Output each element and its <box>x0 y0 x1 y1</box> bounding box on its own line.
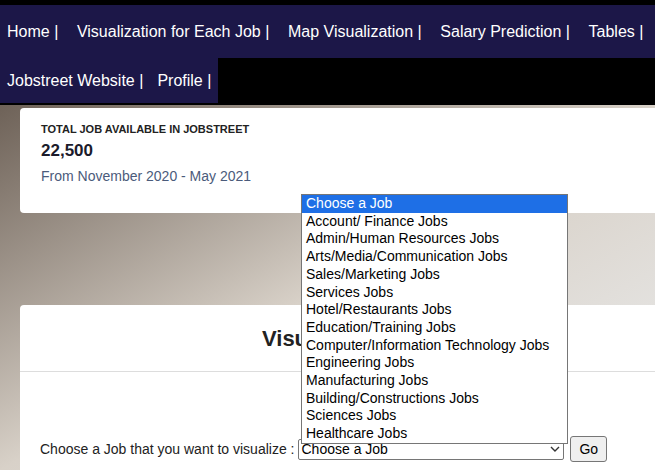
option-label: Education/Training Jobs <box>306 319 456 335</box>
option-label: Hotel/Restaurants Jobs <box>306 301 452 317</box>
dropdown-option[interactable]: Healthcare Jobs <box>302 425 567 443</box>
option-label: Engineering Jobs <box>306 354 414 370</box>
option-label: Building/Constructions Jobs <box>306 390 479 406</box>
dropdown-option[interactable]: Account/ Finance Jobs <box>302 213 567 231</box>
nav-row: Home |Visualization for Each Job |Map Vi… <box>0 5 655 58</box>
nav-link[interactable]: Visualization for Each Job | <box>70 5 281 58</box>
dropdown-option[interactable]: Building/Constructions Jobs <box>302 390 567 408</box>
option-label: Sciences Jobs <box>306 407 396 423</box>
dropdown-option[interactable]: Manufacturing Jobs <box>302 372 567 390</box>
form-label: Choose a Job that you want to visualize … <box>40 439 294 460</box>
dropdown-option[interactable]: Sales/Marketing Jobs <box>302 266 567 284</box>
option-label: Choose a Job <box>306 195 392 211</box>
dropdown-option[interactable]: Arts/Media/Communication Jobs <box>302 248 567 266</box>
dropdown-option[interactable]: Admin/Human Resources Jobs <box>302 230 567 248</box>
nav-link[interactable]: Profile | <box>150 58 218 103</box>
nav-link[interactable]: Tables | <box>582 5 655 58</box>
dropdown-option[interactable]: Education/Training Jobs <box>302 319 567 337</box>
summary-label: TOTAL JOB AVAILABLE IN JOBSTREET <box>41 122 634 136</box>
navbar: Home |Visualization for Each Job |Map Vi… <box>0 0 655 105</box>
nav-link[interactable]: Home | <box>0 5 70 58</box>
option-label: Healthcare Jobs <box>306 425 407 441</box>
nav-link[interactable]: Jobstreet Website | <box>0 58 150 103</box>
option-label: Manufacturing Jobs <box>306 372 428 388</box>
dropdown-option[interactable]: Sciences Jobs <box>302 407 567 425</box>
dropdown-list: Choose a Job Account/ Finance JobsAdmin/H… <box>301 194 568 444</box>
dropdown-option[interactable]: Services Jobs <box>302 284 567 302</box>
option-label: Computer/Information Technology Jobs <box>306 337 549 353</box>
dropdown-option[interactable]: Hotel/Restaurants Jobs <box>302 301 567 319</box>
option-label: Arts/Media/Communication Jobs <box>306 248 508 264</box>
option-label: Account/ Finance Jobs <box>306 213 448 229</box>
date-range: From November 2020 - May 2021 <box>41 166 634 186</box>
nav-link[interactable]: Map Visualization | <box>281 5 433 58</box>
nav-row: Jobstreet Website |Profile | <box>0 58 655 103</box>
chevron-down-icon <box>550 444 560 454</box>
option-label: Services Jobs <box>306 284 393 300</box>
job-count: 22,500 <box>41 140 634 162</box>
go-button[interactable]: Go <box>570 436 607 462</box>
dropdown-option[interactable]: Engineering Jobs <box>302 354 567 372</box>
dropdown-option[interactable]: Computer/Information Technology Jobs <box>302 337 567 355</box>
option-label: Admin/Human Resources Jobs <box>306 230 499 246</box>
nav-link[interactable]: Salary Prediction | <box>433 5 581 58</box>
dropdown-option[interactable]: Choose a Job <box>302 195 567 213</box>
option-label: Sales/Marketing Jobs <box>306 266 440 282</box>
